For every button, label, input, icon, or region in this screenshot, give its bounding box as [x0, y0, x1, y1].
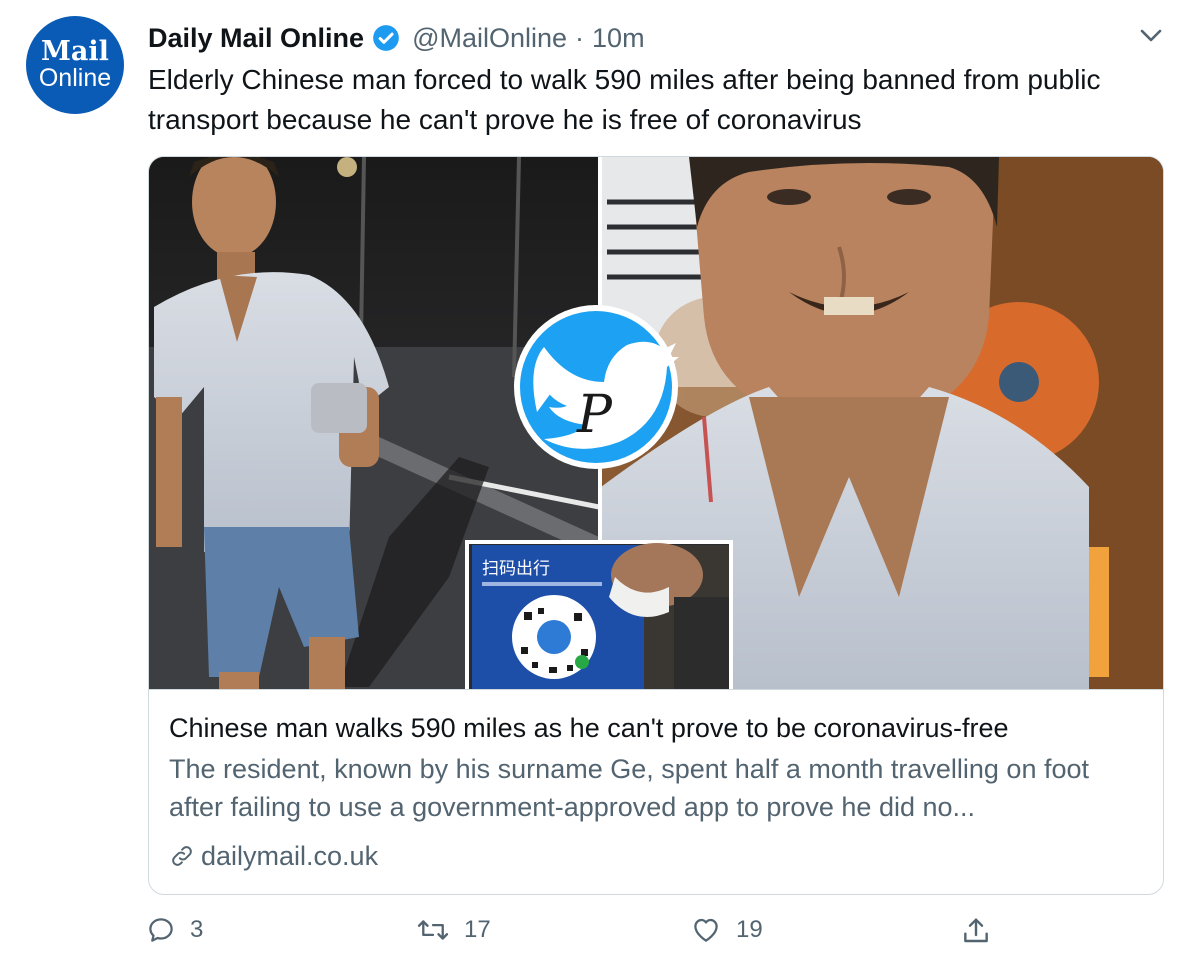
card-title[interactable]: Chinese man walks 590 miles as he can't …: [169, 710, 1009, 746]
heart-icon: [694, 918, 718, 942]
reply-button[interactable]: 3: [146, 915, 203, 945]
retweet-count: 17: [464, 916, 491, 943]
verified-badge-icon: [373, 25, 399, 51]
link-icon: [172, 846, 192, 866]
link-card[interactable]: 扫码出行 P Chinese man walks 590 miles as he…: [148, 156, 1164, 895]
card-domain: dailymail.co.uk: [201, 841, 379, 871]
share-icon: [964, 918, 988, 943]
chevron-down-icon[interactable]: [1138, 26, 1164, 46]
inset-photo: 扫码出行: [465, 540, 733, 689]
watermark-letter: P: [576, 385, 613, 445]
watermark-badge: P: [514, 305, 679, 469]
avatar[interactable]: Mail Online: [26, 16, 124, 114]
card-info[interactable]: Chinese man walks 590 miles as he can't …: [149, 689, 1163, 894]
card-domain-link[interactable]: dailymail.co.uk: [169, 838, 378, 874]
like-button[interactable]: 19: [690, 915, 763, 945]
retweet-icon: [417, 920, 449, 940]
retweet-button[interactable]: 17: [416, 915, 491, 945]
reply-count: 3: [190, 916, 204, 943]
author-handle[interactable]: @MailOnline: [412, 23, 567, 54]
reply-icon: [149, 918, 173, 942]
avatar-brand-line2: Online: [38, 64, 112, 92]
tweet-timestamp[interactable]: 10m: [592, 23, 645, 54]
card-image-drawing: 扫码出行 P: [149, 157, 1163, 689]
tweet-text: Elderly Chinese man forced to walk 590 m…: [148, 64, 1101, 135]
sign-text: 扫码出行: [482, 559, 550, 579]
card-description: The resident, known by his surname Ge, s…: [169, 754, 1090, 822]
tweet-header: Daily Mail Online @MailOnline · 10m: [148, 18, 645, 58]
like-count: 19: [736, 916, 763, 943]
header-separator: ·: [575, 22, 585, 53]
share-button[interactable]: [960, 915, 1006, 947]
avatar-brand-line1: Mail: [41, 36, 109, 67]
card-image[interactable]: 扫码出行 P: [149, 157, 1163, 689]
tweet-actions: 3 17 19: [0, 915, 1200, 959]
author-name[interactable]: Daily Mail Online: [148, 23, 364, 54]
